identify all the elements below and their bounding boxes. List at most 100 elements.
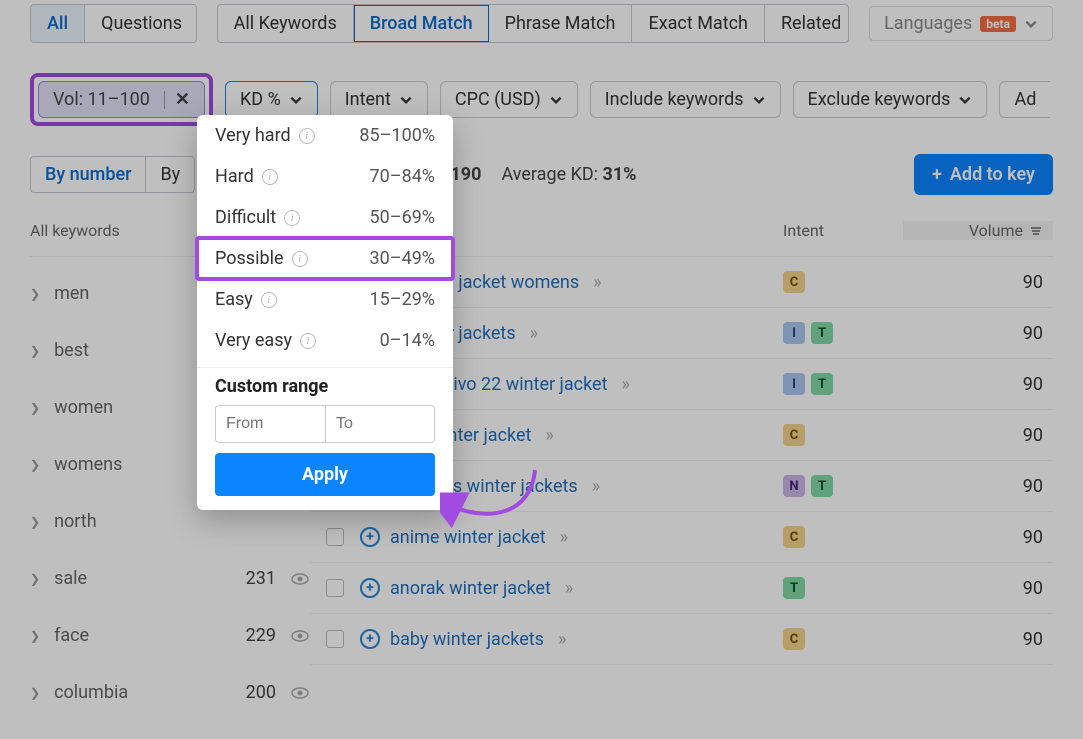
volume-cell: 90 xyxy=(903,323,1053,344)
sort-icon xyxy=(1029,224,1043,238)
filter-include-label: Include keywords xyxy=(605,89,744,110)
filter-kd[interactable]: KD % xyxy=(225,81,318,118)
filter-volume[interactable]: Vol: 11–100 ✕ xyxy=(38,81,205,118)
kd-option-range: 30–49% xyxy=(370,248,435,269)
expand-icon[interactable]: + xyxy=(360,629,380,649)
expand-icon[interactable]: + xyxy=(360,578,380,598)
from-input[interactable] xyxy=(215,405,325,443)
filter-exclude[interactable]: Exclude keywords xyxy=(793,81,988,118)
intent-badge-C: C xyxy=(783,271,805,293)
sidebar-item-count: 229 xyxy=(246,625,276,646)
info-icon[interactable]: i xyxy=(292,251,308,267)
kd-dropdown: Very hardi 85–100%Hardi 70–84%Difficulti… xyxy=(197,115,453,510)
keyword-link[interactable]: anime winter jacket xyxy=(390,527,546,548)
kd-option-range: 0–14% xyxy=(380,330,435,351)
sidebar-item[interactable]: ❯ columbia 200 xyxy=(30,664,310,721)
kd-option[interactable]: Hardi 70–84% xyxy=(197,156,453,197)
tab-broad-match[interactable]: Broad Match xyxy=(354,5,489,42)
divider xyxy=(197,367,453,368)
kd-option[interactable]: Easyi 15–29% xyxy=(197,279,453,320)
filter-row: Vol: 11–100 ✕ KD % Intent CPC (USD) Incl… xyxy=(30,73,1053,126)
tab-questions[interactable]: Questions xyxy=(85,5,196,42)
intent-cell: NT xyxy=(783,475,903,497)
plus-icon: + xyxy=(932,164,942,185)
tab-all-keywords[interactable]: All Keywords xyxy=(218,5,354,42)
sidebar-item-label: womens xyxy=(54,454,122,475)
chevron-down-icon xyxy=(1024,17,1038,31)
sidebar-item[interactable]: ❯ face 229 xyxy=(30,607,310,664)
sidebar-item-count: 200 xyxy=(246,682,276,703)
apply-button[interactable]: Apply xyxy=(215,453,435,496)
chevron-double-icon[interactable]: » xyxy=(592,476,598,497)
row-checkbox[interactable] xyxy=(326,579,344,597)
to-input[interactable] xyxy=(325,405,435,443)
languages-dropdown[interactable]: Languages beta xyxy=(869,6,1053,41)
chevron-double-icon[interactable]: » xyxy=(593,272,599,293)
chevron-double-icon[interactable]: » xyxy=(558,629,564,650)
table-row: + anime winter jacket » C 90 xyxy=(310,512,1053,563)
filter-ad[interactable]: Ad xyxy=(999,81,1050,118)
info-icon[interactable]: i xyxy=(284,210,300,226)
filter-include[interactable]: Include keywords xyxy=(590,81,781,118)
tab-phrase-match[interactable]: Phrase Match xyxy=(489,5,633,42)
info-icon[interactable]: i xyxy=(300,333,316,349)
top-tabs: All Questions All Keywords Broad Match P… xyxy=(30,0,1053,43)
chevron-double-icon[interactable]: » xyxy=(565,578,571,599)
chevron-double-icon[interactable]: » xyxy=(621,374,627,395)
sidebar-item[interactable]: ❯ sale 231 xyxy=(30,550,310,607)
kd-option-label: Very easy xyxy=(215,330,292,351)
chevron-down-icon xyxy=(399,93,413,107)
view-by[interactable]: By xyxy=(146,157,194,192)
chevron-down-icon xyxy=(958,93,972,107)
kd-option-label: Very hard xyxy=(215,125,291,146)
info-icon[interactable]: i xyxy=(262,169,278,185)
chevron-double-icon[interactable]: » xyxy=(545,425,551,446)
filter-volume-label: Vol: 11–100 xyxy=(53,89,150,110)
sidebar-item-label: men xyxy=(54,283,89,304)
add-button-label: Add to key xyxy=(950,164,1035,185)
filter-intent[interactable]: Intent xyxy=(330,81,428,118)
eye-icon xyxy=(290,686,310,700)
chevron-right-icon: ❯ xyxy=(30,458,40,472)
intent-badge-C: C xyxy=(783,628,805,650)
row-checkbox[interactable] xyxy=(326,528,344,546)
info-icon[interactable]: i xyxy=(299,128,315,144)
tab-exact-match[interactable]: Exact Match xyxy=(632,5,764,42)
expand-icon[interactable]: + xyxy=(360,527,380,547)
kd-option[interactable]: Possiblei 30–49% xyxy=(197,238,453,279)
filter-intent-label: Intent xyxy=(345,89,391,110)
main-grid: All keywords ❯ men ❯ best ❯ women ❯ wome… xyxy=(30,213,1053,721)
intent-badge-T: T xyxy=(811,322,833,344)
info-icon[interactable]: i xyxy=(261,292,277,308)
volume-cell: 90 xyxy=(903,476,1053,497)
view-segmented: By number By xyxy=(30,156,195,193)
chevron-down-icon xyxy=(549,93,563,107)
kd-option[interactable]: Difficulti 50–69% xyxy=(197,197,453,238)
chevron-double-icon[interactable]: » xyxy=(530,323,536,344)
sidebar-item-label: best xyxy=(54,340,89,361)
kd-option[interactable]: Very easy i 0–14% xyxy=(197,320,453,361)
tab-all[interactable]: All xyxy=(31,5,85,42)
chevron-down-icon xyxy=(752,93,766,107)
th-volume[interactable]: Volume xyxy=(903,221,1053,240)
keyword-link[interactable]: anorak winter jacket xyxy=(390,578,551,599)
view-by-number[interactable]: By number xyxy=(31,157,146,192)
add-to-keyword-button[interactable]: + Add to key xyxy=(914,154,1053,195)
tab-related[interactable]: Related xyxy=(765,5,849,42)
chevron-double-icon[interactable]: » xyxy=(560,527,566,548)
kd-option-range: 15–29% xyxy=(370,289,435,310)
intent-cell: IT xyxy=(783,322,903,344)
keyword-link[interactable]: baby winter jackets xyxy=(390,629,544,650)
sidebar-item-label: sale xyxy=(54,568,87,589)
close-icon[interactable]: ✕ xyxy=(164,91,190,109)
stats-row: By number By s: 9,259 Total volume: 270,… xyxy=(30,154,1053,195)
filter-cpc[interactable]: CPC (USD) xyxy=(440,81,578,118)
chevron-right-icon: ❯ xyxy=(30,572,40,586)
kd-option[interactable]: Very hardi 85–100% xyxy=(197,115,453,156)
intent-badge-C: C xyxy=(783,526,805,548)
intent-cell: C xyxy=(783,628,903,650)
filter-cpc-label: CPC (USD) xyxy=(455,89,541,110)
sidebar-item-label: north xyxy=(54,511,97,532)
th-intent[interactable]: Intent xyxy=(783,221,903,240)
row-checkbox[interactable] xyxy=(326,630,344,648)
